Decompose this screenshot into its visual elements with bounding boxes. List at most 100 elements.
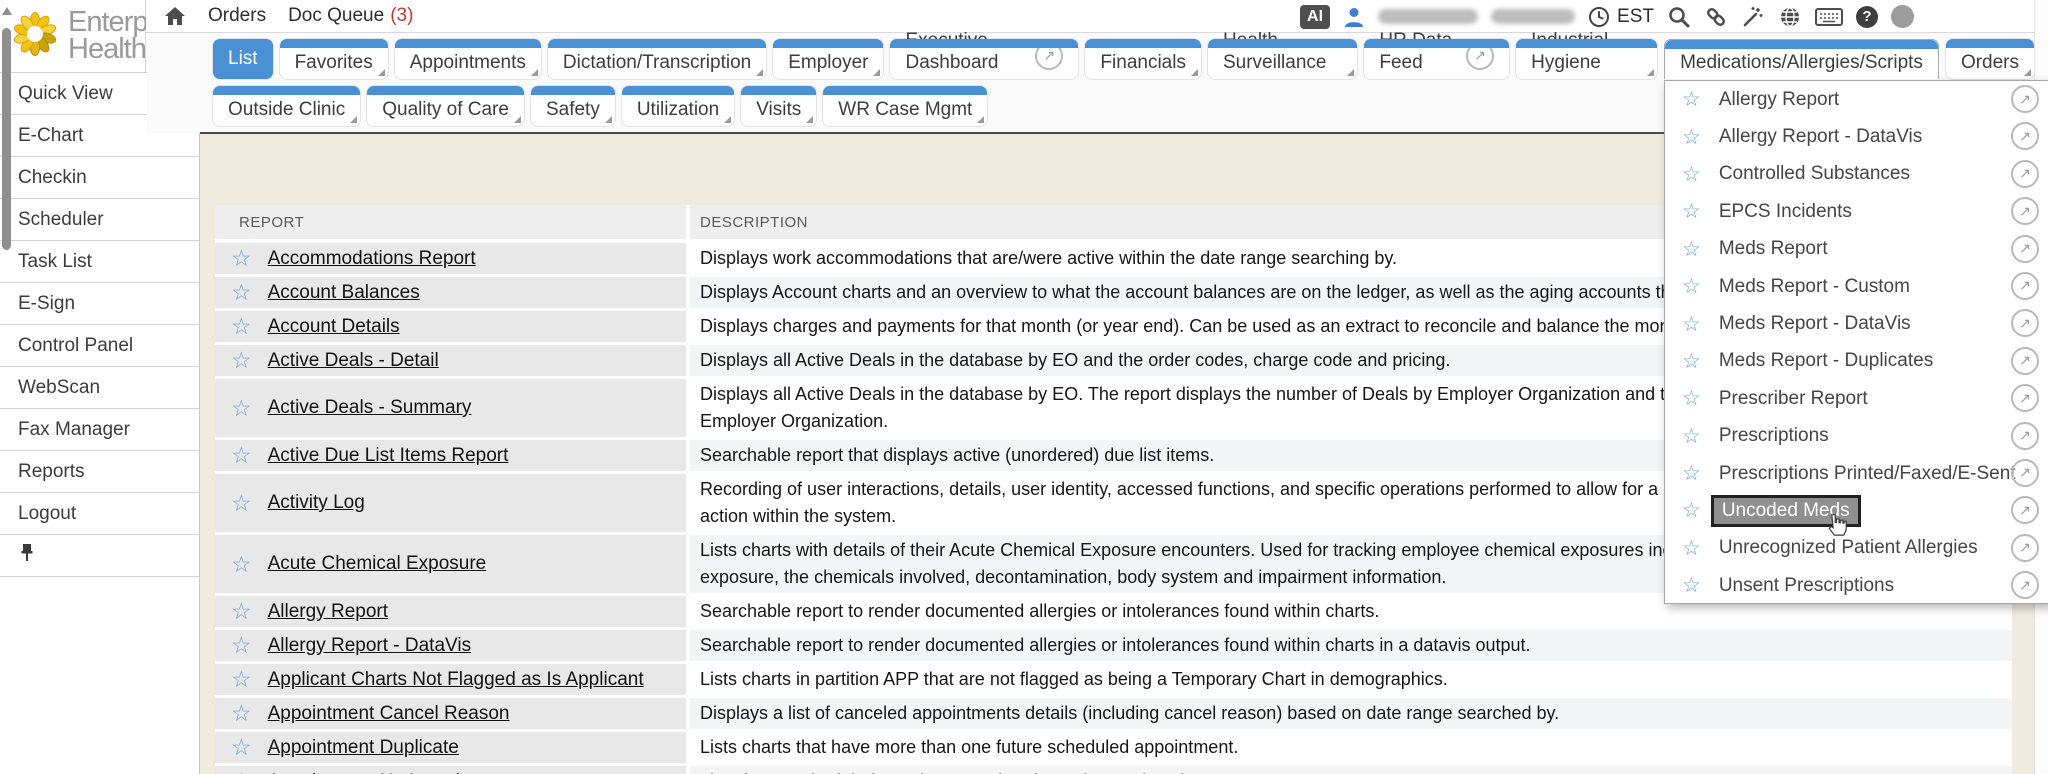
open-in-new-icon[interactable]: ↗ xyxy=(2011,459,2039,487)
menu-item-epcs-incidents[interactable]: ☆ EPCS Incidents ↗ xyxy=(1665,193,2048,230)
favorite-star-icon[interactable]: ☆ xyxy=(231,349,252,372)
report-link[interactable]: Active Deals - Summary xyxy=(268,397,472,419)
report-link[interactable]: Activity Log xyxy=(268,492,365,514)
open-in-new-icon[interactable]: ↗ xyxy=(2011,422,2039,450)
sidebar-item-e-sign[interactable]: E-Sign xyxy=(0,282,199,324)
open-in-new-icon[interactable]: ↗ xyxy=(2011,309,2039,337)
tab-list[interactable]: List xyxy=(213,39,273,79)
favorite-star-icon[interactable]: ☆ xyxy=(1682,500,1701,521)
report-link[interactable]: Allergy Report xyxy=(268,601,388,623)
open-in-new-icon[interactable]: ↗ xyxy=(2011,272,2039,300)
sidebar-item-reports[interactable]: Reports xyxy=(0,450,199,492)
menu-item-meds-report-duplicates[interactable]: ☆ Meds Report - Duplicates ↗ xyxy=(1665,343,2048,380)
menu-item-prescriptions-printed-faxed-e-sent[interactable]: ☆ Prescriptions Printed/Faxed/E-Sent ↗ xyxy=(1665,455,2048,492)
sidebar-item-scheduler[interactable]: Scheduler xyxy=(0,198,199,240)
open-in-new-icon[interactable]: ↗ xyxy=(2011,235,2039,263)
clock-icon[interactable] xyxy=(1588,6,1610,28)
tab-quality-of-care[interactable]: Quality of Care xyxy=(367,86,524,126)
favorite-star-icon[interactable]: ☆ xyxy=(1682,575,1701,596)
tab-appointments[interactable]: Appointments xyxy=(395,39,541,79)
tab-outside-clinic[interactable]: Outside Clinic xyxy=(213,86,360,126)
favorite-star-icon[interactable]: ☆ xyxy=(231,492,252,515)
report-link[interactable]: Acute Chemical Exposure xyxy=(268,553,487,575)
tab-safety[interactable]: Safety xyxy=(531,86,615,126)
favorite-star-icon[interactable]: ☆ xyxy=(231,444,252,467)
breadcrumb-doc-queue[interactable]: Doc Queue(3) xyxy=(288,5,413,27)
favorite-star-icon[interactable]: ☆ xyxy=(1682,201,1701,222)
menu-item-meds-report-datavis[interactable]: ☆ Meds Report - DataVis ↗ xyxy=(1665,305,2048,342)
home-icon[interactable] xyxy=(164,6,186,26)
open-in-new-icon[interactable]: ↗ xyxy=(2011,384,2039,412)
link-icon[interactable] xyxy=(1704,5,1728,29)
tab-employer[interactable]: Employer xyxy=(773,39,883,79)
menu-item-unsent-prescriptions[interactable]: ☆ Unsent Prescriptions ↗ xyxy=(1665,567,2048,604)
tab-hr-data-feed[interactable]: HR Data Feed ↗ xyxy=(1364,39,1509,79)
column-header-report[interactable]: REPORT xyxy=(215,205,686,239)
keyboard-icon[interactable] xyxy=(1815,7,1843,27)
tab-financials[interactable]: Financials xyxy=(1085,39,1201,79)
favorite-star-icon[interactable]: ☆ xyxy=(1682,463,1701,484)
favorite-star-icon[interactable]: ☆ xyxy=(231,247,252,270)
menu-item-controlled-substances[interactable]: ☆ Controlled Substances ↗ xyxy=(1665,156,2048,193)
sidebar-item-logout[interactable]: Logout xyxy=(0,492,199,534)
help-icon[interactable]: ? xyxy=(1856,6,1878,28)
tab-wr-case-mgmt[interactable]: WR Case Mgmt xyxy=(823,86,987,126)
report-link[interactable]: Allergy Report - DataVis xyxy=(268,635,471,657)
tab-orders[interactable]: Orders xyxy=(1946,39,2034,79)
open-in-new-icon[interactable]: ↗ xyxy=(2011,347,2039,375)
favorite-star-icon[interactable]: ☆ xyxy=(1682,239,1701,260)
menu-item-allergy-report[interactable]: ☆ Allergy Report ↗ xyxy=(1665,81,2048,118)
favorite-star-icon[interactable]: ☆ xyxy=(231,553,252,576)
open-in-new-icon[interactable]: ↗ xyxy=(2011,85,2039,113)
favorite-star-icon[interactable]: ☆ xyxy=(231,600,252,623)
wand-icon[interactable] xyxy=(1741,5,1765,29)
scrollbar-thumb[interactable] xyxy=(2,28,11,250)
avatar[interactable] xyxy=(1891,5,1914,28)
open-in-new-icon[interactable]: ↗ xyxy=(2011,197,2039,225)
favorite-star-icon[interactable]: ☆ xyxy=(1682,164,1701,185)
globe-icon[interactable] xyxy=(1778,5,1802,29)
report-link[interactable]: Appointment No Location xyxy=(268,771,481,774)
tab-visits[interactable]: Visits xyxy=(741,86,816,126)
menu-item-prescriptions[interactable]: ☆ Prescriptions ↗ xyxy=(1665,418,2048,455)
report-link[interactable]: Account Details xyxy=(268,316,400,338)
tab-health-surveillance[interactable]: Health Surveillance xyxy=(1208,39,1357,79)
favorite-star-icon[interactable]: ☆ xyxy=(1682,426,1701,447)
user-icon[interactable] xyxy=(1343,6,1365,28)
favorite-star-icon[interactable]: ☆ xyxy=(1682,127,1701,148)
open-in-new-icon[interactable]: ↗ xyxy=(2011,122,2039,150)
sidebar-item-webscan[interactable]: WebScan xyxy=(0,366,199,408)
open-in-new-icon[interactable]: ↗ xyxy=(2011,571,2039,599)
sidebar-pin-button[interactable] xyxy=(0,534,199,577)
favorite-star-icon[interactable]: ☆ xyxy=(1682,276,1701,297)
favorite-star-icon[interactable]: ☆ xyxy=(1682,351,1701,372)
tab-industrial-hygiene[interactable]: Industrial Hygiene xyxy=(1516,39,1657,79)
tab-medications-allergies-scripts[interactable]: Medications/Allergies/Scripts xyxy=(1664,39,1939,79)
report-link[interactable]: Active Due List Items Report xyxy=(268,445,509,467)
favorite-star-icon[interactable]: ☆ xyxy=(231,770,252,774)
tab-favorites[interactable]: Favorites xyxy=(280,39,388,79)
report-link[interactable]: Accommodations Report xyxy=(268,248,476,270)
menu-item-unrecognized-patient-allergies[interactable]: ☆ Unrecognized Patient Allergies ↗ xyxy=(1665,530,2048,567)
tab-utilization[interactable]: Utilization xyxy=(622,86,734,126)
favorite-star-icon[interactable]: ☆ xyxy=(231,668,252,691)
report-link[interactable]: Active Deals - Detail xyxy=(268,350,439,372)
report-link[interactable]: Appointment Cancel Reason xyxy=(268,703,510,725)
favorite-star-icon[interactable]: ☆ xyxy=(231,397,252,420)
open-in-new-icon[interactable]: ↗ xyxy=(2011,534,2039,562)
open-in-new-icon[interactable]: ↗ xyxy=(2011,496,2039,524)
sidebar-item-fax-manager[interactable]: Fax Manager xyxy=(0,408,199,450)
menu-item-uncoded-meds[interactable]: ☆ Uncoded Meds ↗ xyxy=(1665,492,2048,529)
favorite-star-icon[interactable]: ☆ xyxy=(1682,89,1701,110)
favorite-star-icon[interactable]: ☆ xyxy=(231,281,252,304)
scrollbar-up-arrow-icon[interactable] xyxy=(2,7,12,15)
report-link[interactable]: Applicant Charts Not Flagged as Is Appli… xyxy=(268,669,644,691)
sidebar-item-task-list[interactable]: Task List xyxy=(0,240,199,282)
search-icon[interactable] xyxy=(1667,5,1691,29)
favorite-star-icon[interactable]: ☆ xyxy=(231,702,252,725)
breadcrumb-orders[interactable]: Orders xyxy=(208,5,266,27)
favorite-star-icon[interactable]: ☆ xyxy=(231,634,252,657)
menu-item-meds-report-custom[interactable]: ☆ Meds Report - Custom ↗ xyxy=(1665,268,2048,305)
tab-executive-dashboard[interactable]: Executive Dashboard ↗ xyxy=(890,39,1078,79)
favorite-star-icon[interactable]: ☆ xyxy=(1682,538,1701,559)
